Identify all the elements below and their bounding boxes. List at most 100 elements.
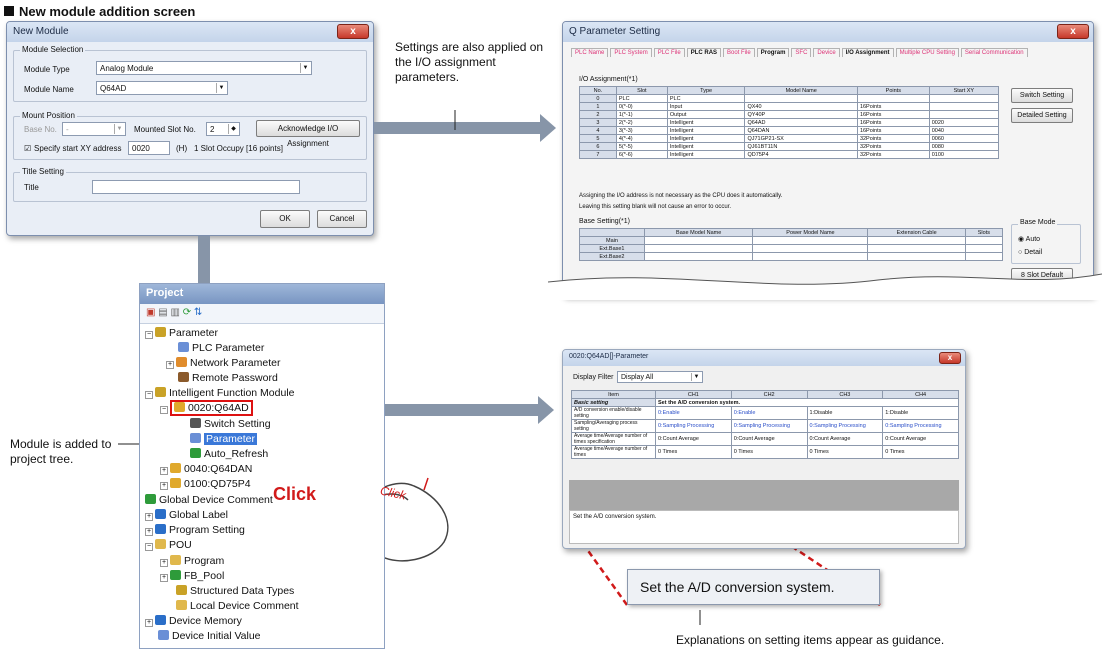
base-mode-group: Base Mode ◉ Auto ○ Detail	[1011, 219, 1081, 264]
tree-item-structured-data-types[interactable]: Structured Data Types	[176, 585, 294, 597]
module-icon	[170, 463, 181, 473]
structure-icon	[176, 585, 187, 595]
parameter-tabs: PLC Name PLC System PLC File PLC RAS Boot Fi…	[571, 48, 1081, 62]
folder-icon	[170, 570, 181, 580]
sort-icon[interactable]: ⇅	[194, 307, 202, 318]
table-row[interactable]: Average time/Average number of times 0 Ti…	[571, 445, 959, 459]
tree-item-parameter-selected[interactable]: Parameter	[190, 433, 258, 445]
parameter-icon	[155, 327, 166, 337]
guidance-area: Set the A/D conversion system.	[569, 510, 959, 544]
base-setting-table: Base Model Name Power Model Name Extension…	[579, 228, 1004, 261]
new-icon[interactable]: ▣	[146, 307, 155, 318]
tree-item-local-device-comment[interactable]: Local Device Comment	[176, 600, 299, 612]
tree-item-q64ad[interactable]: −0020:Q64AD	[160, 400, 253, 416]
project-title: Project	[140, 284, 384, 304]
table-row[interactable]: 1 0(*-0) Input QX40 16Points	[579, 102, 1000, 111]
tree-item-network-parameter[interactable]: + Network Parameter	[166, 357, 280, 369]
guidance-annotation: Explanations on setting items appear as …	[676, 633, 945, 647]
tree-item-global-label[interactable]: + Global Label	[145, 509, 228, 521]
switch-setting-button[interactable]: Switch Setting	[1011, 88, 1073, 103]
refresh-icon[interactable]: ⟳	[183, 307, 191, 318]
table-row[interactable]: Ext.Base1	[579, 244, 1004, 253]
col-points: Points	[856, 86, 930, 95]
display-filter-label: Display Filter	[573, 374, 614, 381]
table-row[interactable]: 3 2(*-2) Intelligent Q64AD 16Points 0020	[579, 118, 1000, 127]
empty-area	[569, 480, 959, 510]
tab-device[interactable]: Device	[813, 48, 840, 57]
table-row[interactable]: Average time/Average number of times spe…	[571, 432, 959, 446]
paste-icon[interactable]: ▥	[170, 307, 179, 318]
tree-item-global-device-comment[interactable]: Global Device Comment	[145, 494, 273, 506]
tab-io-assignment[interactable]: I/O Assignment	[841, 48, 894, 57]
tab-plc-name[interactable]: PLC Name	[571, 48, 609, 57]
close-button[interactable]: x	[939, 352, 961, 364]
io-assignment-label: I/O Assignment(*1)	[579, 76, 638, 83]
col-model-name: Model Name	[744, 86, 858, 95]
initial-value-icon	[158, 630, 169, 640]
col-type: Type	[666, 86, 746, 95]
table-row[interactable]: 0 PLC PLC	[579, 94, 1000, 103]
tab-multiple-cpu[interactable]: Multiple CPU Setting	[895, 48, 959, 57]
click-label: Click	[273, 484, 317, 504]
tree-item-remote-password[interactable]: Remote Password	[178, 372, 278, 384]
tree-item-q64da[interactable]: +0040:Q64DAN	[160, 463, 252, 475]
detail-radio[interactable]: ○ Detail	[1018, 249, 1042, 256]
table-row[interactable]: 7 6(*-6) Intelligent QD75P4 32Points 0100	[579, 150, 1000, 159]
col-start-xy: Start XY	[928, 86, 1000, 95]
tree-item-device-memory[interactable]: + Device Memory	[145, 615, 242, 627]
io-assignment-table: No. Slot Type Model Name Points Start XY 0 PLC…	[579, 86, 1000, 159]
module-icon	[155, 387, 166, 397]
tab-program[interactable]: Program	[756, 48, 790, 57]
col-no: No.	[579, 86, 617, 95]
tree-item-device-initial-value[interactable]: Device Initial Value	[158, 630, 261, 642]
tree-item-program-setting[interactable]: + Program Setting	[145, 524, 245, 536]
close-button[interactable]: x	[1057, 24, 1089, 39]
tree-item-qd75[interactable]: +0100:QD75P4	[160, 478, 251, 490]
parameter-window: 0020:Q64AD[]-Parameter x Display Filter …	[562, 349, 966, 549]
module-added-annotation: Module is added to project tree.	[10, 437, 112, 466]
tree-item-auto-refresh[interactable]: Auto_Refresh	[190, 448, 268, 460]
memory-icon	[155, 615, 166, 625]
tree-item-switch-setting[interactable]: Switch Setting	[190, 418, 271, 430]
module-icon	[174, 402, 185, 412]
label-icon	[155, 509, 166, 519]
parameter-icon	[190, 433, 201, 443]
table-row[interactable]: 5 4(*-4) Intelligent QJ71GP21-SX 32Points 006…	[579, 134, 1000, 143]
tab-sfc[interactable]: SFC	[791, 48, 812, 57]
q-parameter-setting-window: Q Parameter Setting x PLC Name PLC System…	[562, 21, 1094, 296]
detailed-setting-button[interactable]: Detailed Setting	[1011, 108, 1073, 123]
table-row[interactable]: 6 5(*-5) Intelligent QJ61BT11N 32Points 0080	[579, 142, 1000, 151]
tab-serial-communication[interactable]: Serial Communication	[960, 48, 1028, 57]
tree-item-program[interactable]: + Program	[160, 555, 224, 567]
parameter-table: Item CH1 CH2 CH3 CH4 Basic setting Set the A/…	[571, 390, 959, 459]
tab-plc-ras[interactable]: PLC RAS	[686, 48, 722, 57]
folder-icon	[155, 539, 166, 549]
display-filter-select[interactable]: Display All ▼	[617, 371, 703, 383]
auto-radio[interactable]: ◉ Auto	[1018, 235, 1040, 243]
tab-plc-file[interactable]: PLC File	[653, 48, 685, 57]
copy-icon[interactable]: ▤	[158, 307, 167, 318]
comment-icon	[145, 494, 156, 504]
module-icon	[170, 478, 181, 488]
tab-boot-file[interactable]: Boot File	[723, 48, 755, 57]
network-icon	[176, 357, 187, 367]
chevron-down-icon: ▼	[691, 373, 701, 381]
comment-icon	[176, 600, 187, 610]
tree-item-fb-pool[interactable]: + FB_Pool	[160, 570, 224, 582]
table-row[interactable]: Main	[579, 236, 1004, 245]
refresh-icon	[190, 448, 201, 458]
tree-item-intelligent-function-module[interactable]: − Intelligent Function Module	[145, 387, 295, 399]
qps-title: Q Parameter Setting	[563, 22, 1093, 42]
tree-item-plc-parameter[interactable]: PLC Parameter	[178, 342, 264, 354]
tab-plc-system[interactable]: PLC System	[610, 48, 652, 57]
project-toolbar: ▣ ▤ ▥ ⟳ ⇅	[140, 304, 384, 324]
io-note-2: Leaving this setting blank will not caus…	[579, 204, 732, 210]
table-row[interactable]: 4 3(*-3) Intelligent Q64DAN 16Points 0040	[579, 126, 1000, 135]
lock-icon	[178, 372, 189, 382]
program-icon	[155, 524, 166, 534]
table-row[interactable]: Sampling/Averaging process setting 0:Samp…	[571, 419, 959, 433]
tree-item-pou[interactable]: − POU	[145, 539, 192, 551]
tree-item-parameter[interactable]: − Parameter	[145, 327, 218, 339]
table-row[interactable]: 2 1(*-1) Output QY40P 16Points	[579, 110, 1000, 119]
table-row[interactable]: A/D conversion enable/disable setting 0:E…	[571, 406, 959, 420]
